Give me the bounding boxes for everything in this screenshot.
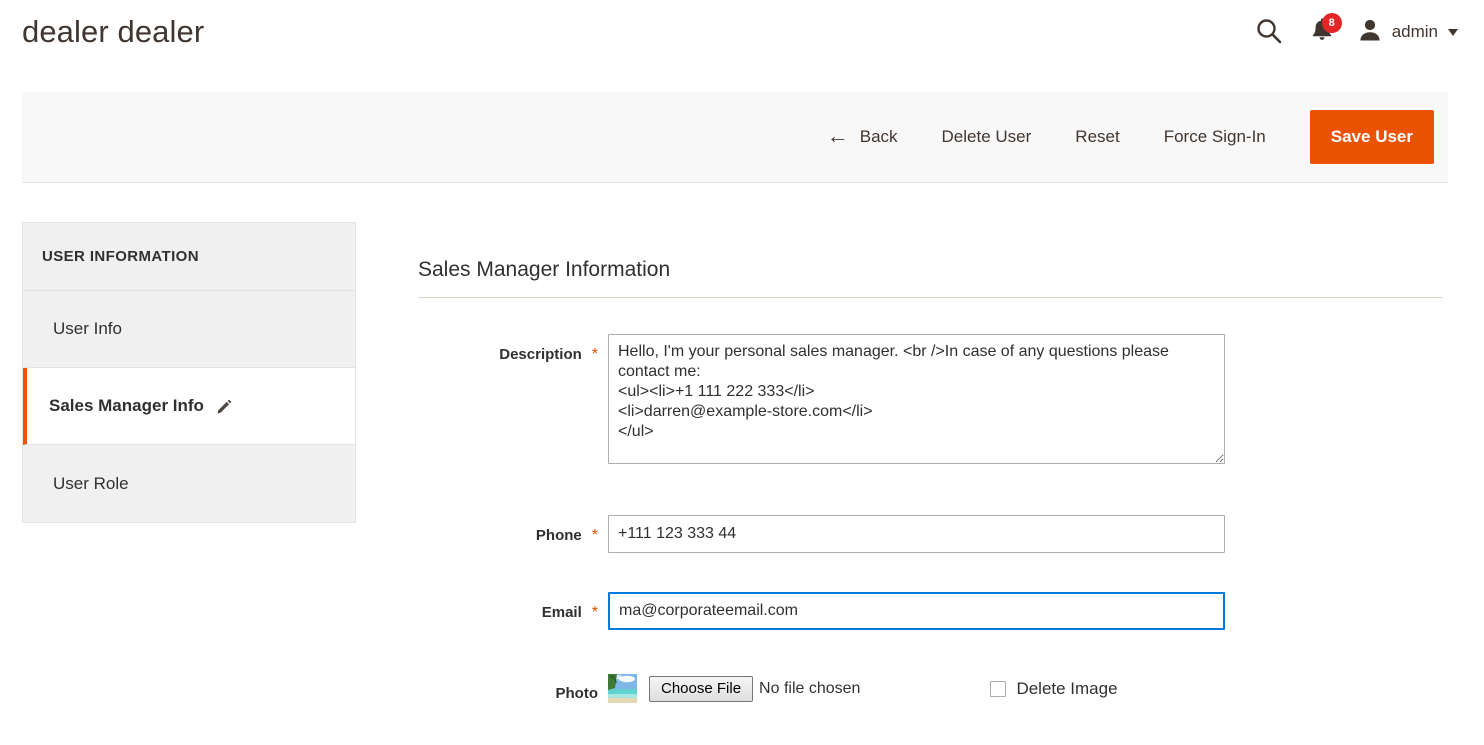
nav-section-title: USER INFORMATION [23, 222, 355, 291]
phone-label-text: Phone [535, 527, 582, 544]
search-icon [1254, 16, 1284, 49]
back-label: Back [859, 127, 898, 146]
page-title: dealer dealer [22, 14, 205, 49]
sidebar-item-label: User Info [53, 319, 122, 338]
user-name: admin [1391, 22, 1438, 41]
email-field-row: Email * [418, 592, 1442, 630]
photo-field-row: Photo Choose File No file chosen Delete … [418, 674, 1442, 704]
required-asterisk: * [591, 604, 598, 621]
email-input[interactable] [608, 592, 1225, 630]
no-file-chosen-text: No file chosen [759, 679, 861, 697]
arrow-left-icon: ← [826, 123, 849, 148]
sidebar-item-label: Sales Manager Info [49, 396, 204, 415]
notifications-button[interactable]: 8 [1293, 10, 1351, 54]
admin-header: dealer dealer 8 admin [0, 0, 1484, 72]
back-button[interactable]: ← Back [805, 117, 920, 157]
photo-label-text: Photo [555, 685, 599, 702]
description-label-text: Description [499, 346, 582, 363]
description-field-row: Description * Hello, I'm your personal s… [418, 334, 1442, 469]
sales-manager-form: Sales Manager Information Description * … [418, 258, 1442, 704]
user-menu[interactable]: admin [1351, 17, 1458, 48]
notification-badge: 8 [1321, 13, 1342, 33]
person-icon [1357, 17, 1383, 48]
phone-control [608, 515, 1442, 553]
user-information-nav: USER INFORMATION User Info Sales Manager… [22, 222, 356, 523]
form-section-title: Sales Manager Information [418, 258, 1442, 298]
delete-image-label: Delete Image [1016, 678, 1118, 698]
page-actions-toolbar: ← Back Delete User Reset Force Sign-In S… [22, 92, 1448, 183]
required-asterisk: * [591, 346, 598, 363]
required-asterisk: * [591, 527, 598, 544]
delete-user-button[interactable]: Delete User [920, 117, 1054, 157]
email-label: Email * [418, 592, 608, 623]
email-label-text: Email [541, 604, 582, 621]
force-signin-button[interactable]: Force Sign-In [1142, 117, 1288, 157]
search-button[interactable] [1245, 10, 1293, 54]
file-picker[interactable]: Choose File No file chosen [649, 675, 861, 702]
save-user-button[interactable]: Save User [1309, 110, 1434, 164]
photo-label: Photo [418, 674, 608, 704]
pencil-icon [216, 398, 233, 415]
description-label: Description * [418, 334, 608, 365]
reset-button[interactable]: Reset [1053, 117, 1141, 157]
phone-input[interactable] [608, 515, 1225, 553]
sidebar-item-user-role[interactable]: User Role [23, 445, 355, 522]
header-actions: 8 admin [1245, 10, 1458, 54]
photo-control: Choose File No file chosen Delete Image [608, 674, 1442, 703]
description-control: Hello, I'm your personal sales manager. … [608, 334, 1442, 469]
email-control [608, 592, 1442, 630]
sidebar-item-user-info[interactable]: User Info [23, 291, 355, 368]
phone-label: Phone * [418, 515, 608, 546]
phone-field-row: Phone * [418, 515, 1442, 553]
delete-image-checkbox[interactable] [990, 680, 1007, 697]
sidebar-item-sales-manager-info[interactable]: Sales Manager Info [23, 368, 355, 445]
photo-thumbnail [608, 674, 637, 703]
sidebar-item-label: User Role [53, 473, 129, 493]
description-textarea[interactable]: Hello, I'm your personal sales manager. … [608, 334, 1225, 464]
choose-file-button[interactable]: Choose File [649, 675, 754, 702]
chevron-down-icon [1448, 28, 1458, 36]
delete-image-control[interactable]: Delete Image [990, 678, 1118, 699]
